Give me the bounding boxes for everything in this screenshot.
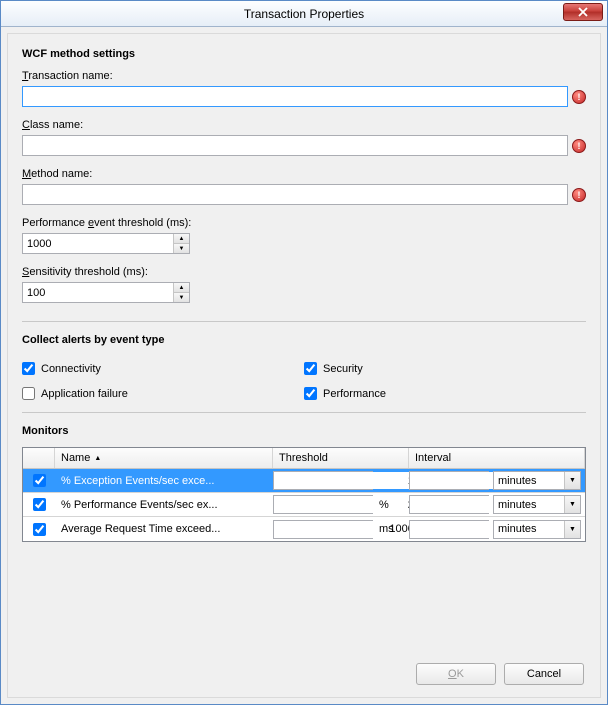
cancel-button[interactable]: Cancel [504, 663, 584, 685]
chevron-down-icon[interactable]: ▼ [564, 521, 580, 538]
title-bar: Transaction Properties [1, 1, 607, 27]
window-title: Transaction Properties [244, 7, 364, 21]
header-interval[interactable]: Interval [409, 448, 585, 468]
checkbox-performance[interactable] [304, 387, 317, 400]
table-row[interactable]: Average Request Time exceed...▲▼ms▲▼minu… [23, 517, 585, 541]
dialog-window: Transaction Properties WCF method settin… [0, 0, 608, 705]
arrow-down-icon[interactable]: ▼ [174, 244, 189, 253]
field-method-name: Method name: ! [22, 168, 586, 205]
input-sens-threshold[interactable] [23, 283, 173, 302]
check-connectivity[interactable]: Connectivity [22, 356, 304, 381]
row-name: % Exception Events/sec exce... [55, 475, 273, 487]
checkbox-label: Security [323, 363, 363, 375]
error-icon: ! [572, 139, 586, 153]
field-perf-threshold: Performance event threshold (ms): ▲ ▼ [22, 217, 586, 254]
input-class-name[interactable] [22, 135, 568, 156]
check-performance[interactable]: Performance [304, 381, 586, 406]
field-sens-threshold: Sensitivity threshold (ms): ▲ ▼ [22, 266, 586, 303]
row-interval-unit-select[interactable]: minutes▼ [493, 520, 581, 539]
content-panel: WCF method settings Transaction name: ! … [7, 33, 601, 698]
row-interval-spinner[interactable]: ▲▼ [409, 495, 489, 514]
input-perf-threshold[interactable] [23, 234, 173, 253]
content-outer: WCF method settings Transaction name: ! … [1, 27, 607, 704]
field-class-name: Class name: ! [22, 119, 586, 156]
table-row[interactable]: % Exception Events/sec exce...▲▼%▲▼minut… [23, 469, 585, 493]
header-threshold[interactable]: Threshold [273, 448, 409, 468]
separator [22, 321, 586, 322]
close-icon [578, 7, 588, 17]
chevron-down-icon[interactable]: ▼ [564, 472, 580, 489]
input-transaction-name[interactable] [22, 86, 568, 107]
close-button[interactable] [563, 3, 603, 21]
row-threshold-spinner[interactable]: ▲▼ [273, 520, 373, 539]
sort-asc-icon: ▲ [94, 455, 101, 462]
row-name: % Performance Events/sec ex... [55, 499, 273, 511]
row-interval-unit-value: minutes [494, 523, 564, 535]
label-transaction-name: Transaction name: [22, 70, 586, 82]
row-interval-unit-select[interactable]: minutes▼ [493, 495, 581, 514]
row-interval-unit-value: minutes [494, 499, 564, 511]
error-icon: ! [572, 90, 586, 104]
spinner-arrows[interactable]: ▲ ▼ [173, 283, 189, 302]
row-checkbox[interactable] [33, 474, 46, 487]
ok-button[interactable]: OK [416, 663, 496, 685]
header-name[interactable]: Name▲ [55, 448, 273, 468]
row-threshold-unit: % [377, 499, 409, 511]
input-method-name[interactable] [22, 184, 568, 205]
monitors-header-row: Name▲ Threshold Interval [23, 448, 585, 469]
row-interval-spinner[interactable]: ▲▼ [409, 471, 489, 490]
row-threshold-spinner[interactable]: ▲▼ [273, 471, 373, 490]
header-checkbox-col[interactable] [23, 448, 55, 468]
check-security[interactable]: Security [304, 356, 586, 381]
arrow-up-icon[interactable]: ▲ [174, 283, 189, 293]
separator [22, 412, 586, 413]
row-checkbox[interactable] [33, 523, 46, 536]
monitors-table: Name▲ Threshold Interval % Exception Eve… [22, 447, 586, 542]
alert-grid: Connectivity Security Application failur… [22, 356, 586, 406]
monitors-body: % Exception Events/sec exce...▲▼%▲▼minut… [23, 469, 585, 541]
check-app-failure[interactable]: Application failure [22, 381, 304, 406]
row-threshold-spinner[interactable]: ▲▼ [273, 495, 373, 514]
row-interval-spinner[interactable]: ▲▼ [409, 520, 489, 539]
table-row[interactable]: % Performance Events/sec ex...▲▼%▲▼minut… [23, 493, 585, 517]
row-threshold-unit: % [377, 475, 409, 487]
row-threshold-unit: ms [377, 523, 409, 535]
chevron-down-icon[interactable]: ▼ [564, 496, 580, 513]
checkbox-label: Connectivity [41, 363, 101, 375]
section-monitors: Monitors [22, 425, 586, 437]
arrow-down-icon[interactable]: ▼ [174, 293, 189, 302]
field-transaction-name: Transaction name: ! [22, 70, 586, 107]
dialog-button-bar: OK Cancel [22, 653, 586, 687]
error-icon: ! [572, 188, 586, 202]
checkbox-connectivity[interactable] [22, 362, 35, 375]
section-method-settings: WCF method settings [22, 48, 586, 60]
checkbox-label: Performance [323, 388, 386, 400]
checkbox-security[interactable] [304, 362, 317, 375]
spinner-arrows[interactable]: ▲ ▼ [173, 234, 189, 253]
spinner-perf-threshold[interactable]: ▲ ▼ [22, 233, 190, 254]
label-class-name: Class name: [22, 119, 586, 131]
label-perf-threshold: Performance event threshold (ms): [22, 217, 586, 229]
section-collect-alerts: Collect alerts by event type [22, 334, 586, 346]
row-interval-unit-value: minutes [494, 475, 564, 487]
row-checkbox[interactable] [33, 498, 46, 511]
spinner-sens-threshold[interactable]: ▲ ▼ [22, 282, 190, 303]
checkbox-app-failure[interactable] [22, 387, 35, 400]
label-sens-threshold: Sensitivity threshold (ms): [22, 266, 586, 278]
label-method-name: Method name: [22, 168, 586, 180]
checkbox-label: Application failure [41, 388, 128, 400]
row-interval-unit-select[interactable]: minutes▼ [493, 471, 581, 490]
row-name: Average Request Time exceed... [55, 523, 273, 535]
arrow-up-icon[interactable]: ▲ [174, 234, 189, 244]
